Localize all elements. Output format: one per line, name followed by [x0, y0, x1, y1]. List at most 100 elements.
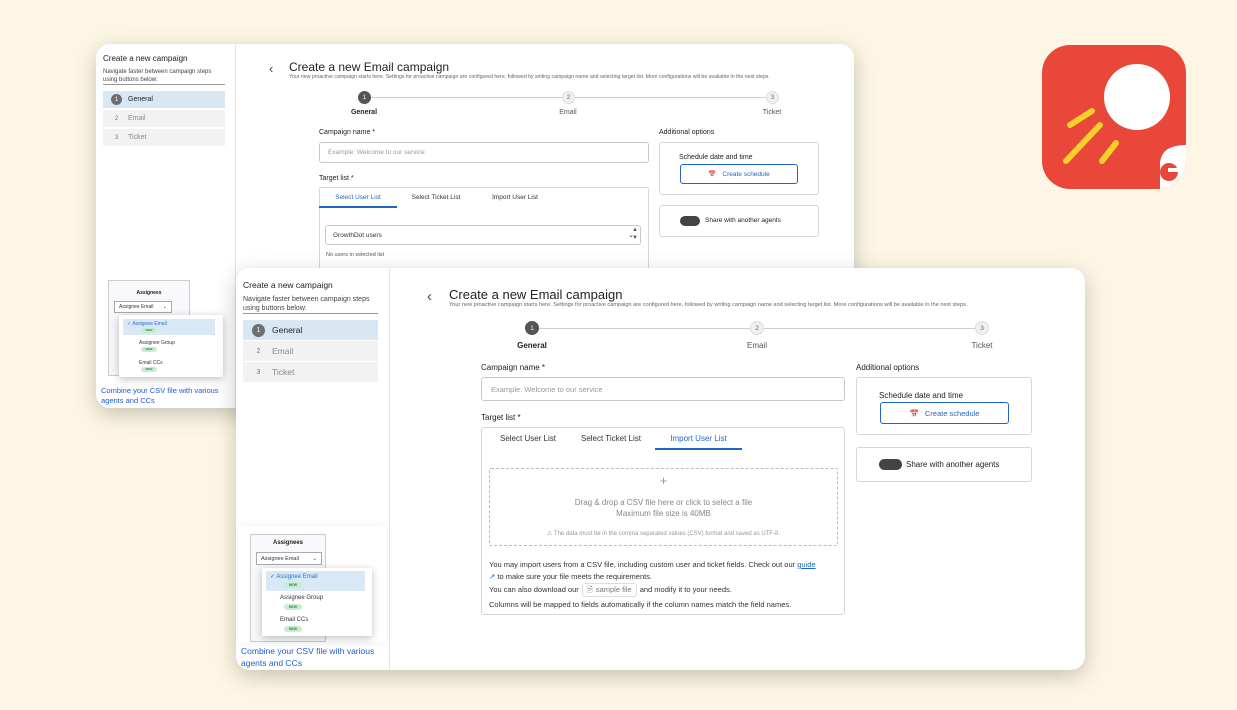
sidebar-step-email[interactable]: 2 Email [103, 110, 225, 127]
step-label: Email [128, 115, 146, 122]
new-badge: NEW [284, 582, 302, 588]
new-badge: NEW [284, 626, 302, 632]
sample-file-label: sample file [595, 585, 632, 594]
additional-options-title: Additional options [659, 129, 715, 136]
guide-link[interactable]: guide [797, 560, 815, 569]
page-title: Create a new Email campaign [289, 60, 450, 74]
front-window: Create a new campaign Navigate faster be… [236, 268, 1085, 670]
sidebar-step-general[interactable]: 1 General [103, 91, 225, 108]
back-arrow-icon[interactable]: ‹ [427, 288, 432, 305]
warning-icon: ⚠ [546, 531, 553, 537]
import-info-p1: You may import users from a CSV file, in… [489, 559, 841, 582]
check-icon: ✓ [127, 321, 132, 327]
page-title: Create a new Email campaign [449, 287, 623, 302]
front-sidebar: Create a new campaign Navigate faster be… [236, 268, 390, 670]
import-info-p3: Columns will be mapped to fields automat… [489, 599, 792, 609]
sidebar-step-ticket[interactable]: 3 Ticket [243, 362, 378, 382]
tab-select-user-list[interactable]: Select User List [319, 194, 397, 208]
step-label: Ticket [272, 367, 295, 377]
stepper-step-3[interactable]: 3 [766, 91, 779, 104]
tab-select-ticket-list[interactable]: Select Ticket List [571, 434, 651, 450]
step-label: General [272, 325, 303, 335]
promo-select: Assignee Email ⌄ [114, 301, 172, 313]
additional-options-title: Additional options [856, 363, 920, 372]
step-label: Ticket [128, 134, 147, 141]
dropzone-size: Maximum file size is 40MB [616, 509, 711, 518]
sidebar-step-email[interactable]: 2 Email [243, 341, 378, 361]
plus-icon: + [659, 473, 668, 488]
share-toggle[interactable] [879, 459, 902, 470]
app-logo-icon [1042, 45, 1186, 189]
tab-select-user-list[interactable]: Select User List [488, 434, 568, 450]
stepper-step-2[interactable]: 2 [750, 321, 764, 335]
sidebar-subtitle: Navigate faster between campaign steps u… [103, 69, 212, 83]
create-schedule-button[interactable]: 📅 Create schedule [880, 402, 1009, 424]
tab-import-user-list[interactable]: Import User List [478, 194, 552, 208]
campaign-name-input[interactable]: Example: Welcome to our service [481, 377, 845, 401]
stepper-step-1[interactable]: 1 [358, 91, 371, 104]
step-number: 1 [111, 94, 122, 105]
promo-option: Email CCs [280, 617, 309, 623]
file-icon: 🗎 [586, 585, 593, 594]
logo-graphic [1063, 64, 1186, 189]
stepper-step-1[interactable]: 1 [525, 321, 539, 335]
campaign-name-label: Campaign name * [319, 129, 376, 136]
sidebar-step-general[interactable]: 1 General [243, 320, 378, 340]
target-list-label: Target list * [481, 413, 521, 422]
tab-import-user-list[interactable]: Import User List [655, 434, 742, 450]
sample-file-button[interactable]: 🗎 sample file [581, 583, 637, 597]
target-list-label: Target list * [319, 175, 354, 182]
schedule-label: Schedule date and time [879, 391, 964, 400]
promo-link[interactable]: Combine your CSV file with various agent… [241, 645, 381, 669]
promo-option: ✓ Assignee Email [123, 319, 215, 335]
user-list-spinner[interactable]: ▲ ▼ [630, 226, 640, 244]
csv-dropzone[interactable]: + Drag & drop a CSV file here or click t… [489, 468, 838, 546]
create-schedule-button[interactable]: 📅 Create schedule [680, 164, 798, 184]
step-number: 2 [114, 115, 119, 122]
assignees-promo: Assignees Assignee Email ⌄ ✓ Assignee Em… [238, 526, 386, 642]
import-info-text: to make sure your file meets the require… [497, 571, 653, 581]
import-info-p2: You can also download our 🗎 sample file … [489, 583, 841, 597]
promo-menu: ✓ Assignee Email NEW Assignee Group NEW … [262, 568, 372, 636]
back-sidebar: Create a new campaign Navigate faster be… [96, 44, 236, 408]
external-link-icon: ↗ [489, 571, 496, 581]
share-toggle[interactable] [680, 216, 700, 226]
promo-select-value: Assignee Email [119, 304, 154, 310]
stepper-label-general: General [350, 109, 378, 116]
stepper-step-2[interactable]: 2 [562, 91, 575, 104]
step-number: 2 [256, 347, 261, 355]
schedule-label: Schedule date and time [679, 154, 753, 161]
promo-option-label: Assignee Email [132, 321, 167, 327]
promo-select-value: Assignee Email [261, 555, 299, 562]
campaign-name-input[interactable]: Example: Welcome to our service [319, 142, 649, 163]
sidebar-title: Create a new campaign [243, 280, 333, 290]
campaign-name-label: Campaign name * [481, 363, 546, 372]
promo-option: Assignee Group [280, 595, 324, 601]
promo-link[interactable]: Combine your CSV file with various agent… [101, 386, 226, 406]
new-badge: NEW [141, 328, 157, 333]
promo-option: ✓ Assignee Email [266, 571, 365, 591]
new-badge: NEW [141, 367, 157, 372]
tab-select-ticket-list[interactable]: Select Ticket List [399, 194, 473, 208]
import-info-text: and modify it to your needs. [639, 585, 732, 594]
campaign-name-placeholder: Example: Welcome to our service [491, 384, 603, 394]
user-list-select[interactable]: GrowthDot users ⌄ [325, 225, 641, 245]
stepper-step-3[interactable]: 3 [975, 321, 989, 335]
promo-option: Assignee Group [139, 340, 175, 346]
import-info-text: You may import users from a CSV file, in… [489, 560, 796, 569]
sidebar-subtitle: Navigate faster between campaign steps u… [243, 296, 370, 312]
new-badge: NEW [141, 347, 157, 352]
chevron-down-icon: ⌄ [312, 555, 317, 562]
user-list-value: GrowthDot users [333, 231, 382, 239]
new-badge: NEW [284, 604, 302, 610]
create-schedule-label: Create schedule [924, 408, 980, 418]
calendar-icon: 📅 [708, 171, 717, 178]
page-subtitle: Your new proactive campaign starts here.… [289, 74, 770, 80]
sidebar-divider [103, 84, 225, 85]
back-arrow-icon[interactable]: ‹ [269, 61, 273, 76]
sidebar-step-ticket[interactable]: 3 Ticket [103, 129, 225, 146]
share-label: Share with another agents [705, 217, 781, 224]
step-number: 3 [114, 134, 119, 141]
calendar-icon: 📅 [909, 408, 919, 418]
step-label: General [128, 96, 153, 103]
